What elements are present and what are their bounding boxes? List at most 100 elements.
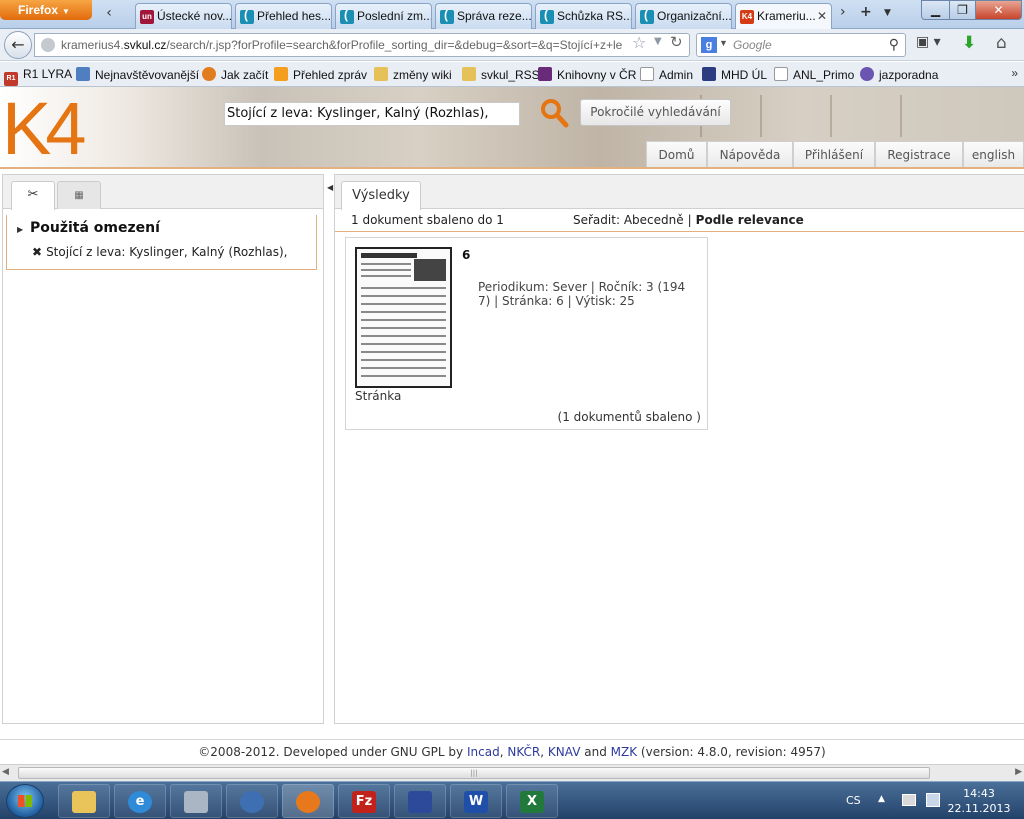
taskbar-explorer[interactable] xyxy=(58,784,110,818)
bookmark-admin[interactable]: Admin xyxy=(640,67,693,82)
results-tabs: Výsledky xyxy=(335,175,1024,210)
bookmark-star-icon[interactable]: ☆ xyxy=(632,33,646,52)
browser-tab[interactable]: un Ústecké nov... xyxy=(135,3,232,29)
back-arrow-icon[interactable]: ← xyxy=(4,31,32,59)
nav-login[interactable]: Přihlášení xyxy=(793,141,875,167)
thumbnail-text-line xyxy=(361,335,446,337)
taskbar-excel[interactable]: X xyxy=(506,784,558,818)
tab-calendar[interactable]: ▦ xyxy=(57,181,101,209)
result-title-link[interactable]: 6 xyxy=(462,248,470,262)
thumbnail-text-line xyxy=(361,319,446,321)
web-search-input[interactable]: g ▼ Google ⚲ xyxy=(696,33,906,57)
search-input[interactable]: Stojící z leva: Kyslinger, Kalný (Rozhla… xyxy=(224,102,520,126)
word-icon: W xyxy=(464,791,488,813)
footer-link-knav[interactable]: KNAV xyxy=(548,745,581,759)
search-icon[interactable]: ⚲ xyxy=(889,36,899,53)
tab-list-icon[interactable]: ▼ xyxy=(884,8,891,18)
bookmarks-menu-icon[interactable]: ▣ ▾ xyxy=(916,34,946,56)
taskbar-firefox[interactable] xyxy=(282,784,334,818)
firefox-icon xyxy=(202,67,216,81)
caret-right-icon[interactable]: ▶ xyxy=(17,225,23,234)
browser-tab[interactable]: Správa reze... xyxy=(435,3,532,29)
browser-tab[interactable]: Poslední zm... xyxy=(335,3,432,29)
taskbar-thunderbird[interactable] xyxy=(226,784,278,818)
sort-relevance-link[interactable]: Podle relevance xyxy=(696,213,804,227)
bookmark-mhd[interactable]: MHD ÚL xyxy=(702,67,767,82)
page-thumbnail[interactable] xyxy=(355,247,452,388)
k4-logo[interactable]: K4 xyxy=(2,91,86,167)
tray-clock[interactable]: 14:43 22.11.2013 xyxy=(944,786,1014,816)
collapse-panel-icon[interactable]: ◀ xyxy=(327,183,333,192)
nav-register[interactable]: Registrace xyxy=(875,141,963,167)
bookmark-most-visited[interactable]: Nejnavštěvovanější xyxy=(76,67,199,82)
taskbar-internet-explorer[interactable]: e xyxy=(114,784,166,818)
bracket-icon xyxy=(240,8,254,24)
taskbar-word[interactable]: W xyxy=(450,784,502,818)
window-close-icon[interactable]: ✕ xyxy=(975,0,1022,20)
windows-start-button[interactable] xyxy=(6,784,44,818)
footer-link-incad[interactable]: Incad xyxy=(467,745,500,759)
home-icon[interactable]: ⌂ xyxy=(996,33,1007,53)
nav-home[interactable]: Domů xyxy=(646,141,707,167)
footer-link-nkcr[interactable]: NKČR xyxy=(507,745,540,759)
footer-link-mzk[interactable]: MZK xyxy=(611,745,637,759)
firefox-menu-button[interactable]: Firefox ▼ xyxy=(0,0,92,20)
reload-icon[interactable]: ↻ xyxy=(670,33,683,51)
minimize-icon[interactable]: ▁ xyxy=(921,0,950,20)
action-center-flag-icon[interactable] xyxy=(902,794,916,806)
applied-filter-item[interactable]: ✖ Stojící z leva: Kyslinger, Kalný (Rozhl… xyxy=(32,245,288,259)
chevron-down-icon[interactable]: ▼ xyxy=(719,38,728,48)
network-icon[interactable] xyxy=(926,793,940,807)
nav-help[interactable]: Nápověda xyxy=(707,141,793,167)
url-path: /search/r.jsp?forProfile=search&forProfi… xyxy=(166,38,623,52)
tab-results[interactable]: Výsledky xyxy=(341,181,421,210)
taskbar-filezilla[interactable]: Fz xyxy=(338,784,390,818)
browser-tab[interactable]: Schůzka RS... xyxy=(535,3,632,29)
tab-scroll-right-icon[interactable]: › xyxy=(840,4,846,20)
scroll-right-icon[interactable]: ▶ xyxy=(1015,767,1022,777)
tab-filters[interactable]: ✂ xyxy=(11,181,55,210)
footer-separator: , xyxy=(540,745,545,759)
footer-text: and xyxy=(584,745,607,759)
bookmark-getting-started[interactable]: Jak začít xyxy=(202,67,268,82)
browser-tab[interactable]: Organizační... xyxy=(635,3,732,29)
bookmark-svkul-rss[interactable]: svkul_RSS xyxy=(462,67,540,82)
scrollbar-thumb[interactable]: ||| xyxy=(18,767,930,779)
remove-filter-icon[interactable]: ✖ xyxy=(32,245,42,259)
nav-language[interactable]: english xyxy=(963,141,1024,167)
tab-label: Ústecké nov... xyxy=(157,9,232,23)
bookmark-r1-lyra[interactable]: R1 R1 LYRA xyxy=(4,67,72,86)
bracket-icon xyxy=(640,8,654,24)
chevron-right-icon[interactable]: » xyxy=(1011,66,1018,80)
bookmark-jazporadna[interactable]: jazporadna xyxy=(860,67,938,82)
url-history-dropdown-icon[interactable]: ▼ xyxy=(654,36,662,47)
maximize-icon[interactable]: ❐ xyxy=(949,0,976,20)
browser-tab-active[interactable]: K4 Krameriu... ✕ xyxy=(735,3,832,30)
sort-alphabetical-link[interactable]: Abecedně xyxy=(624,213,684,227)
download-arrow-icon[interactable]: ⬇ xyxy=(962,33,976,53)
horizontal-scrollbar[interactable]: ◀ ||| ▶ xyxy=(0,764,1024,781)
google-icon: g xyxy=(701,37,717,53)
tray-expand-icon[interactable]: ▲ xyxy=(878,794,885,804)
site-footer: ©2008-2012. Developed under GNU GPL by I… xyxy=(0,739,1024,765)
clock-time: 14:43 xyxy=(963,787,995,800)
tab-scroll-left-icon[interactable]: ‹ xyxy=(100,5,118,25)
footer-version: (version: 4.8.0, revision: 4957) xyxy=(640,745,826,759)
bookmark-anl-primo[interactable]: ANL_Primo xyxy=(774,67,854,82)
browser-tab[interactable]: Přehled hes... xyxy=(235,3,332,29)
taskbar-calculator[interactable] xyxy=(170,784,222,818)
new-tab-icon[interactable]: + xyxy=(860,4,872,20)
bookmark-libraries[interactable]: Knihovny v ČR xyxy=(538,67,636,82)
collapsed-count-link[interactable]: (1 dokumentů sbaleno ) xyxy=(558,410,701,424)
search-icon[interactable] xyxy=(538,97,570,129)
close-icon[interactable]: ✕ xyxy=(817,9,827,23)
bookmark-news[interactable]: Přehled zpráv xyxy=(274,67,367,82)
bookmark-label: Jak začít xyxy=(221,68,269,82)
scroll-left-icon[interactable]: ◀ xyxy=(2,767,9,777)
bookmark-wiki-changes[interactable]: změny wiki xyxy=(374,67,452,82)
taskbar-save[interactable] xyxy=(394,784,446,818)
tray-language[interactable]: CS xyxy=(846,794,861,807)
thumbnail-text-line xyxy=(361,263,411,265)
url-bar[interactable]: kramerius4.svkul.cz/search/r.jsp?forProf… xyxy=(34,33,690,57)
advanced-search-button[interactable]: Pokročilé vyhledávání xyxy=(580,99,731,126)
